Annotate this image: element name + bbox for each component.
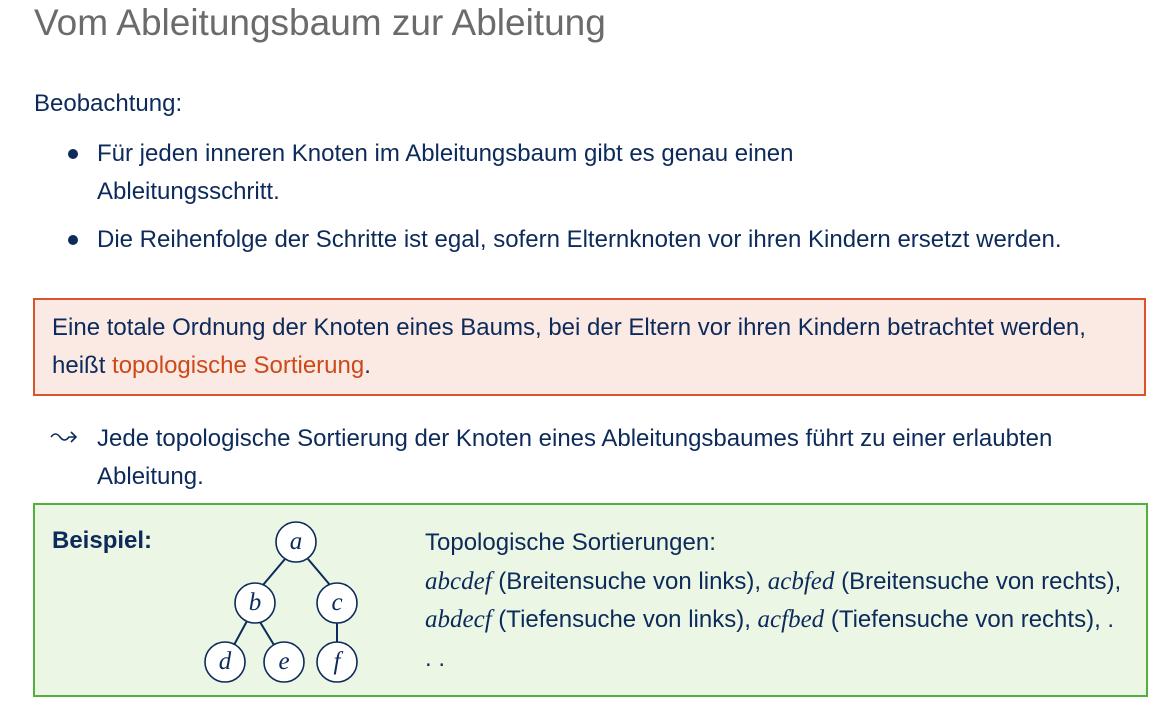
tree-edge-a-b [262, 558, 286, 586]
tree-edge-a-c [307, 558, 331, 586]
tree-node-label-d: d [219, 648, 232, 675]
bullet-text: Für jeden inneren Knoten im Ableitungsba… [97, 140, 794, 205]
tree-node-label-b: b [249, 589, 262, 616]
observation-bullet-1: Für jeden inneren Knoten im Ableitungsba… [66, 135, 946, 211]
tree-edge-b-d [233, 620, 248, 646]
example-box: Beispiel: a b c d e f Topologische Sorti… [33, 503, 1148, 697]
observation-bullet-2: Die Reihenfolge der Schritte ist egal, s… [66, 221, 1136, 259]
order-seq-1: abcdef [425, 567, 492, 595]
tree-node-label-c: c [331, 589, 342, 616]
tree-node-label-a: a [290, 528, 303, 555]
bullet-dot-icon [68, 235, 78, 245]
order-seq-2: acbfed [767, 567, 835, 595]
definition-text: Eine totale Ordnung der Knoten eines Bau… [52, 309, 1112, 385]
order-seq-3: abdecf [425, 606, 492, 633]
example-label: Beispiel: [52, 527, 153, 554]
definition-box: Eine totale Ordnung der Knoten eines Bau… [33, 298, 1146, 396]
leadsto-arrow-icon [50, 431, 78, 443]
bullet-dot-icon [68, 149, 78, 159]
order-seq-4: acfbed [757, 606, 825, 633]
definition-text-after: . [364, 352, 371, 379]
page-title: Vom Ableitungsbaum zur Ableitung [34, 2, 606, 43]
order-desc-3: (Tiefensuche von links), [491, 606, 758, 633]
conclusion-item: Jede topologische Sortierung der Knoten … [50, 420, 1110, 496]
conclusion-text: Jede topologische Sortierung der Knoten … [97, 425, 1053, 490]
tree-edge-b-e [259, 621, 275, 646]
order-desc-2: (Breitensuche von rechts), [834, 567, 1122, 595]
example-text: Topologische Sortierungen: abcdef (Breite… [425, 524, 1125, 678]
order-desc-1: (Breitensuche von links), [491, 567, 768, 595]
example-heading: Topologische Sortierungen: [425, 529, 716, 556]
observation-label: Beobachtung: [34, 90, 183, 117]
definition-term: topologische Sortierung [112, 352, 365, 379]
tree-node-label-e: e [278, 648, 289, 675]
derivation-tree: a b c d e f [204, 521, 358, 683]
bullet-text: Die Reihenfolge der Schritte ist egal, s… [97, 226, 1062, 253]
